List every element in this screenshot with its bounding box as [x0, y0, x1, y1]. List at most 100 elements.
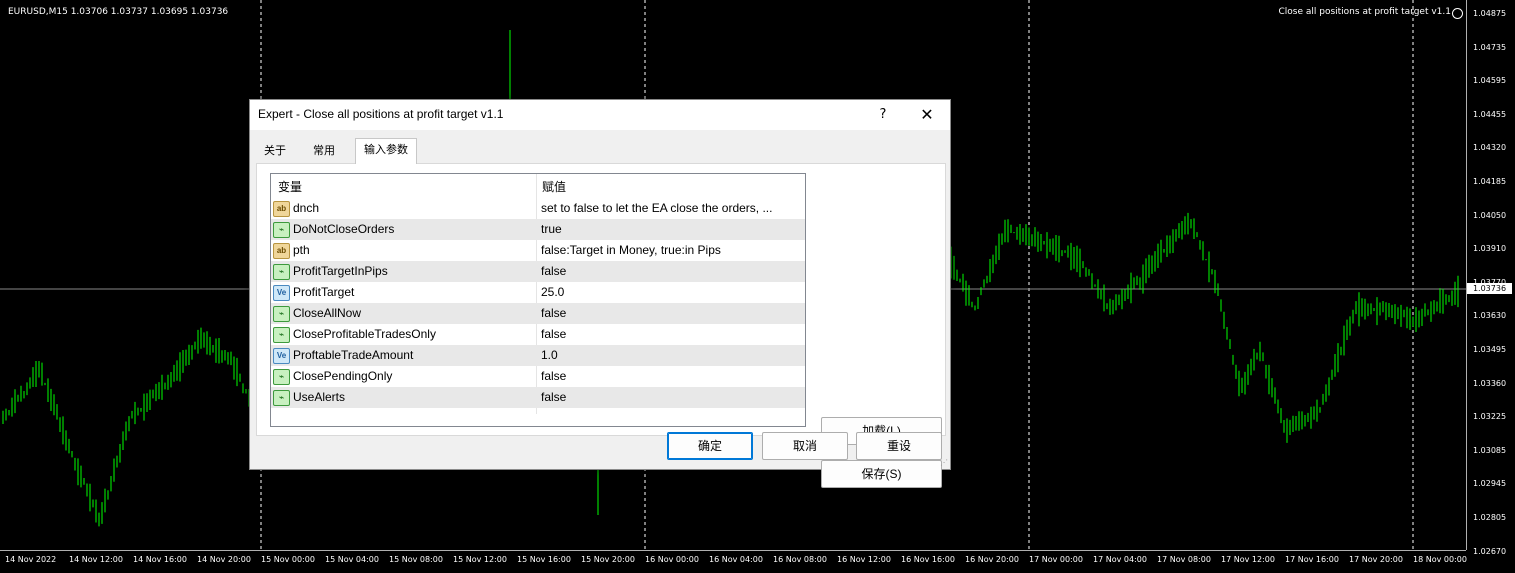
reset-button[interactable]: 重设	[856, 432, 942, 460]
time-tick-label: 15 Nov 00:00	[261, 555, 315, 564]
param-value[interactable]: false	[541, 303, 803, 324]
table-row[interactable]: ⌁ ClosePendingOnly false	[271, 366, 805, 387]
table-row[interactable]: ab pth false:Target in Money, true:in Pips	[271, 240, 805, 261]
price-tick-label: 1.03360	[1473, 378, 1507, 388]
time-tick-label: 15 Nov 20:00	[581, 555, 635, 564]
param-name: pth	[293, 243, 310, 257]
price-tick-label: 1.03910	[1473, 244, 1507, 254]
price-tick-label: 1.02805	[1473, 513, 1507, 522]
string-type-icon: ab	[273, 243, 290, 259]
price-tick-label: 1.03085	[1473, 445, 1507, 455]
time-tick-label: 17 Nov 04:00	[1093, 555, 1147, 564]
help-button[interactable]: ?	[868, 104, 898, 126]
time-tick-label: 17 Nov 16:00	[1285, 555, 1339, 564]
param-name: ProfitTargetInPips	[293, 264, 388, 278]
table-row[interactable]: ⌁ UseAlerts false	[271, 387, 805, 408]
param-name: CloseProfitableTradesOnly	[293, 327, 436, 341]
time-tick-label: 15 Nov 08:00	[389, 555, 443, 564]
string-type-icon: ab	[273, 201, 290, 217]
table-row[interactable]: ⌁ ProfitTargetInPips false	[271, 261, 805, 282]
time-tick-label: 16 Nov 08:00	[773, 555, 827, 564]
param-value[interactable]: false	[541, 261, 803, 282]
price-tick-label: 1.02945	[1473, 479, 1507, 489]
param-value[interactable]: false	[541, 324, 803, 345]
time-tick-label: 17 Nov 08:00	[1157, 555, 1211, 564]
time-tick-label: 15 Nov 16:00	[517, 555, 571, 564]
ea-name-label: Close all positions at profit target v1.…	[1278, 7, 1451, 17]
tab-about[interactable]: 关于	[258, 140, 292, 162]
table-row[interactable]: ⌁ CloseProfitableTradesOnly false	[271, 324, 805, 345]
close-icon[interactable]: ✕	[912, 104, 942, 126]
time-tick-label: 14 Nov 2022	[5, 555, 57, 564]
price-tick-label: 1.04875	[1473, 9, 1507, 18]
tab-inputs[interactable]: 输入参数	[355, 138, 417, 164]
param-name: dnch	[293, 201, 320, 215]
parameters-table[interactable]: 变量 赋值 ab dnch set to false to let the EA c…	[270, 173, 806, 427]
param-value[interactable]: 25.0	[541, 282, 803, 303]
time-tick-label: 14 Nov 16:00	[133, 555, 187, 564]
price-tick-label: 1.03630	[1473, 311, 1507, 321]
cancel-button[interactable]: 取消	[762, 432, 848, 460]
dialog-title: Expert - Close all positions at profit t…	[258, 107, 504, 121]
table-row[interactable]: Ve ProftableTradeAmount 1.0	[271, 345, 805, 366]
price-tick-label: 1.04185	[1473, 177, 1507, 186]
bool-type-icon: ⌁	[273, 264, 290, 280]
smiley-icon	[1452, 8, 1463, 19]
value-type-icon: Ve	[273, 348, 290, 364]
bool-type-icon: ⌁	[273, 369, 290, 385]
table-header: 变量 赋值	[271, 174, 805, 198]
time-tick-label: 14 Nov 12:00	[69, 555, 123, 564]
expert-properties-dialog: Expert - Close all positions at profit t…	[249, 99, 951, 488]
price-tick-label: 1.04050	[1473, 210, 1507, 220]
time-tick-label: 14 Nov 20:00	[197, 555, 251, 564]
time-tick-label: 15 Nov 04:00	[325, 555, 379, 564]
ok-button[interactable]: 确定	[667, 432, 753, 460]
param-value[interactable]: false	[541, 387, 803, 408]
table-row[interactable]: ab dnch set to false to let the EA close t…	[271, 198, 805, 219]
column-variable[interactable]: 变量	[278, 178, 302, 195]
param-value[interactable]: false:Target in Money, true:in Pips	[541, 240, 803, 261]
dialog-titlebar[interactable]: Expert - Close all positions at profit t…	[250, 100, 950, 130]
time-tick-label: 17 Nov 00:00	[1029, 555, 1083, 564]
current-price-marker: 1.03736	[1467, 283, 1512, 294]
time-tick-label: 16 Nov 00:00	[645, 555, 699, 564]
tab-panel: 变量 赋值 ab dnch set to false to let the EA c…	[256, 163, 946, 488]
param-value[interactable]: false	[541, 366, 803, 387]
table-row[interactable]: ⌁ DoNotCloseOrders true	[271, 219, 805, 240]
symbol-info: EURUSD,M15 1.03706 1.03737 1.03695 1.037…	[8, 7, 229, 17]
param-name: DoNotCloseOrders	[293, 222, 395, 236]
price-tick-label: 1.04320	[1473, 143, 1507, 153]
param-value[interactable]: set to false to let the EA close the ord…	[541, 198, 803, 219]
time-tick-label: 17 Nov 12:00	[1221, 555, 1275, 564]
bool-type-icon: ⌁	[273, 390, 290, 406]
time-tick-label: 16 Nov 16:00	[901, 555, 955, 564]
tab-common[interactable]: 常用	[306, 140, 342, 162]
param-name: UseAlerts	[293, 390, 346, 404]
time-tick-label: 16 Nov 20:00	[965, 555, 1019, 564]
value-type-icon: Ve	[273, 285, 290, 301]
param-value[interactable]: 1.0	[541, 345, 803, 366]
price-tick-label: 1.02670	[1473, 546, 1507, 556]
table-row[interactable]: ⌁ CloseAllNow false	[271, 303, 805, 324]
time-tick-label: 15 Nov 12:00	[453, 555, 507, 564]
price-tick-label: 1.04595	[1473, 76, 1507, 86]
param-name: ClosePendingOnly	[293, 369, 393, 383]
bool-type-icon: ⌁	[273, 222, 290, 238]
time-tick-label: 17 Nov 20:00	[1349, 555, 1403, 564]
param-value[interactable]: true	[541, 219, 803, 240]
column-value[interactable]: 赋值	[542, 178, 566, 195]
time-tick-label: 18 Nov 00:00	[1413, 555, 1467, 564]
bool-type-icon: ⌁	[273, 327, 290, 343]
price-tick-label: 1.04735	[1473, 42, 1507, 52]
price-tick-label: 1.04455	[1473, 109, 1507, 119]
save-button[interactable]: 保存(S)	[821, 460, 942, 488]
param-name: ProftableTradeAmount	[293, 348, 414, 362]
resize-grip-icon[interactable]: ⋰	[940, 459, 948, 467]
param-name: ProfitTarget	[293, 285, 355, 299]
param-name: CloseAllNow	[293, 306, 362, 320]
bool-type-icon: ⌁	[273, 306, 290, 322]
table-row[interactable]: Ve ProfitTarget 25.0	[271, 282, 805, 303]
price-tick-label: 1.03225	[1473, 412, 1507, 422]
time-tick-label: 16 Nov 04:00	[709, 555, 763, 564]
price-tick-label: 1.03495	[1473, 345, 1507, 354]
